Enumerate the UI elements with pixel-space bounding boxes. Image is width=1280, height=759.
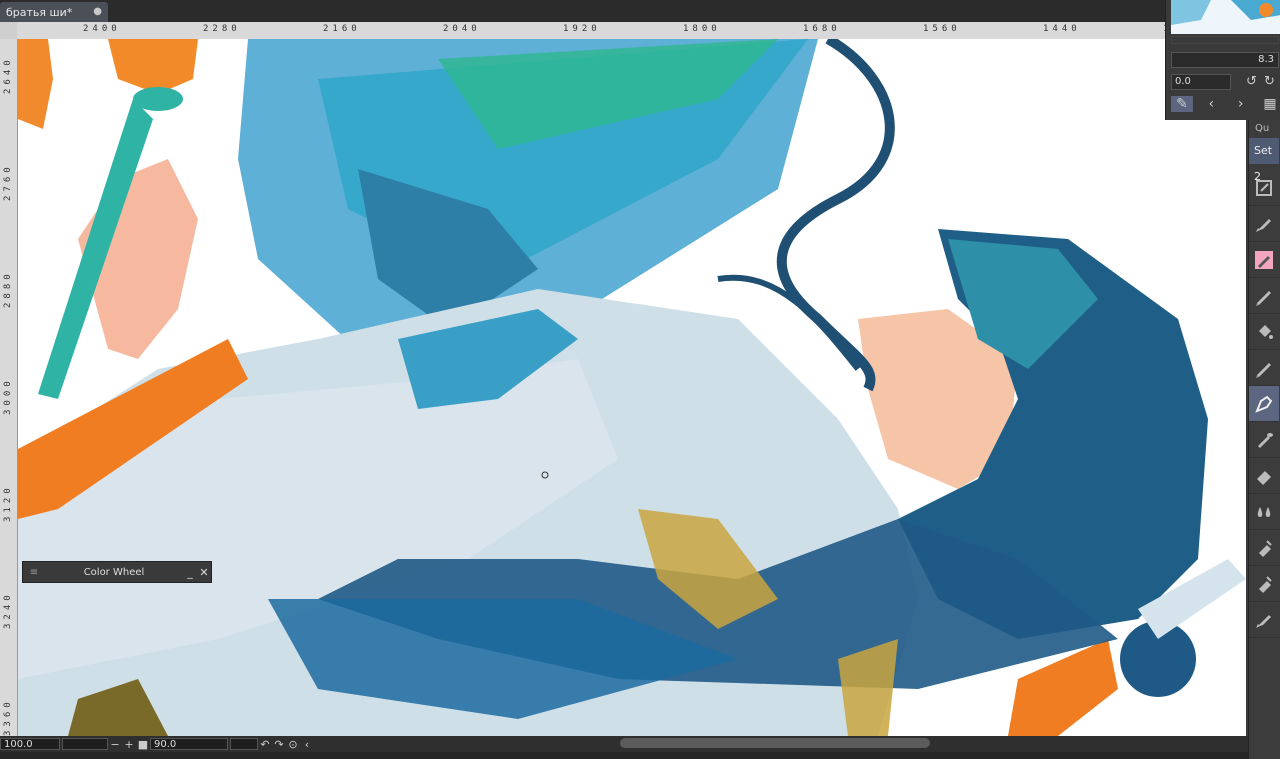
bottom-strip [0,752,1248,759]
artwork [18,39,1246,736]
eraser-icon [1257,470,1271,485]
tool-blend[interactable] [1249,494,1279,530]
rotate-right-icon[interactable]: ↷ [272,738,286,751]
color-wheel-panel[interactable]: ≡ Color Wheel _ ✕ [22,561,212,583]
tool-pen[interactable] [1249,206,1279,242]
pen-icon [1256,218,1271,232]
panel-grip-icon[interactable]: ≡ [23,567,45,578]
drawing-canvas[interactable] [18,39,1246,736]
color-wheel-title: Color Wheel [83,566,145,578]
navigator-zoom-slider[interactable]: 8.3 [1171,52,1279,68]
tool-pencil[interactable] [1249,278,1279,314]
document-tab-title: братья ши* [6,5,73,19]
tab-close-icon[interactable]: ● [93,6,102,17]
rotate-left-icon[interactable]: ↶ [258,738,272,751]
close-icon[interactable]: ✕ [197,566,211,579]
ruler-top-label: 2280 [203,24,241,34]
ruler-top-label: 2400 [83,24,121,34]
ruler-left-label: 2760 [3,163,13,201]
transform-icon [1256,179,1272,196]
minimize-icon[interactable]: _ [183,566,197,579]
navigator-zoom-value: 8.3 [1258,54,1274,65]
tool-eraser[interactable] [1249,458,1279,494]
ruler-left-label: 3360 [3,698,13,736]
ruler-left-label: 2640 [3,56,13,94]
zoom-out-icon[interactable]: − [108,738,122,751]
tool-marker-pink[interactable] [1249,242,1279,278]
navigator-preview[interactable] [1171,0,1280,34]
ruler-top-label: 1680 [803,24,841,34]
airbrush-icon [1259,575,1272,593]
ruler-left-label: 3000 [3,377,13,415]
ruler-left-label: 3240 [3,591,13,629]
scroll-left-icon[interactable]: ‹ [300,738,314,751]
tool-airbrush-2[interactable] [1249,566,1279,602]
pencil-icon [1256,362,1271,378]
nav-rotate-right-icon[interactable]: ↻ [1264,74,1275,89]
airbrush-icon [1259,539,1272,557]
zoom-in-icon[interactable]: + [122,738,136,751]
document-tab-bar: братья ши* ● [0,0,1170,22]
ruler-top-label: 1440 [1043,24,1081,34]
fill-icon [1259,324,1273,339]
ruler-top-label: 1920 [563,24,601,34]
ruler-top-label: 2160 [323,24,361,34]
pen-icon [1256,614,1271,628]
navigator-panel: 8.3 0.0 ↺ ↻ ✎ ‹ › ▦ [1165,0,1280,120]
horizontal-scrollbar[interactable] [620,738,930,748]
document-tab[interactable]: братья ши* ● [0,2,108,22]
zoom-field[interactable]: 100.0 [0,738,60,750]
tool-palette: Qu Set 2 [1248,120,1280,759]
navigator-scrollbar[interactable] [1171,36,1279,44]
navigator-rotation-slider[interactable]: 0.0 [1171,74,1231,90]
pen-nib-icon [1255,395,1273,413]
pencil-icon [1256,290,1271,306]
brush-icon [1258,432,1273,448]
tool-pen-active[interactable] [1249,386,1279,422]
ruler-left-label: 2880 [3,270,13,308]
tool-palette-header: Qu [1255,123,1270,134]
ruler-corner [0,22,17,39]
ruler-top-label: 2040 [443,24,481,34]
fit-icon[interactable]: ■ [136,738,150,751]
tool-set-tab[interactable]: Set 2 [1249,138,1279,183]
tool-pen-3[interactable] [1249,602,1279,638]
ruler-left: 2640 2760 2880 3000 3120 3240 3360 [0,39,18,736]
rotation-field[interactable]: 90.0 [150,738,228,750]
tool-pencil-2[interactable] [1249,350,1279,386]
blend-drops-icon [1257,506,1271,517]
reset-rotation-icon[interactable]: ⊙ [286,738,300,751]
tool-fill[interactable] [1249,314,1279,350]
ruler-top-label: 1560 [923,24,961,34]
eyedropper-icon[interactable]: ✎ [1171,96,1193,112]
ruler-top: 2400228021602040192018001680156014401320… [17,22,1170,40]
nav-next-icon[interactable]: › [1230,96,1252,112]
tool-brush[interactable] [1249,422,1279,458]
zoom-slider[interactable] [62,738,108,750]
nav-prev-icon[interactable]: ‹ [1200,96,1222,112]
ruler-top-label: 1800 [683,24,721,34]
grid-icon[interactable]: ▦ [1259,96,1280,112]
marker-icon [1255,250,1273,269]
nav-rotate-left-icon[interactable]: ↺ [1246,74,1257,89]
navigator-rotation-value: 0.0 [1175,76,1191,87]
ruler-left-label: 3120 [3,484,13,522]
navigator-icons: ✎ ‹ › ▦ [1171,93,1280,115]
tool-airbrush[interactable] [1249,530,1279,566]
rotation-slider[interactable] [230,738,258,750]
